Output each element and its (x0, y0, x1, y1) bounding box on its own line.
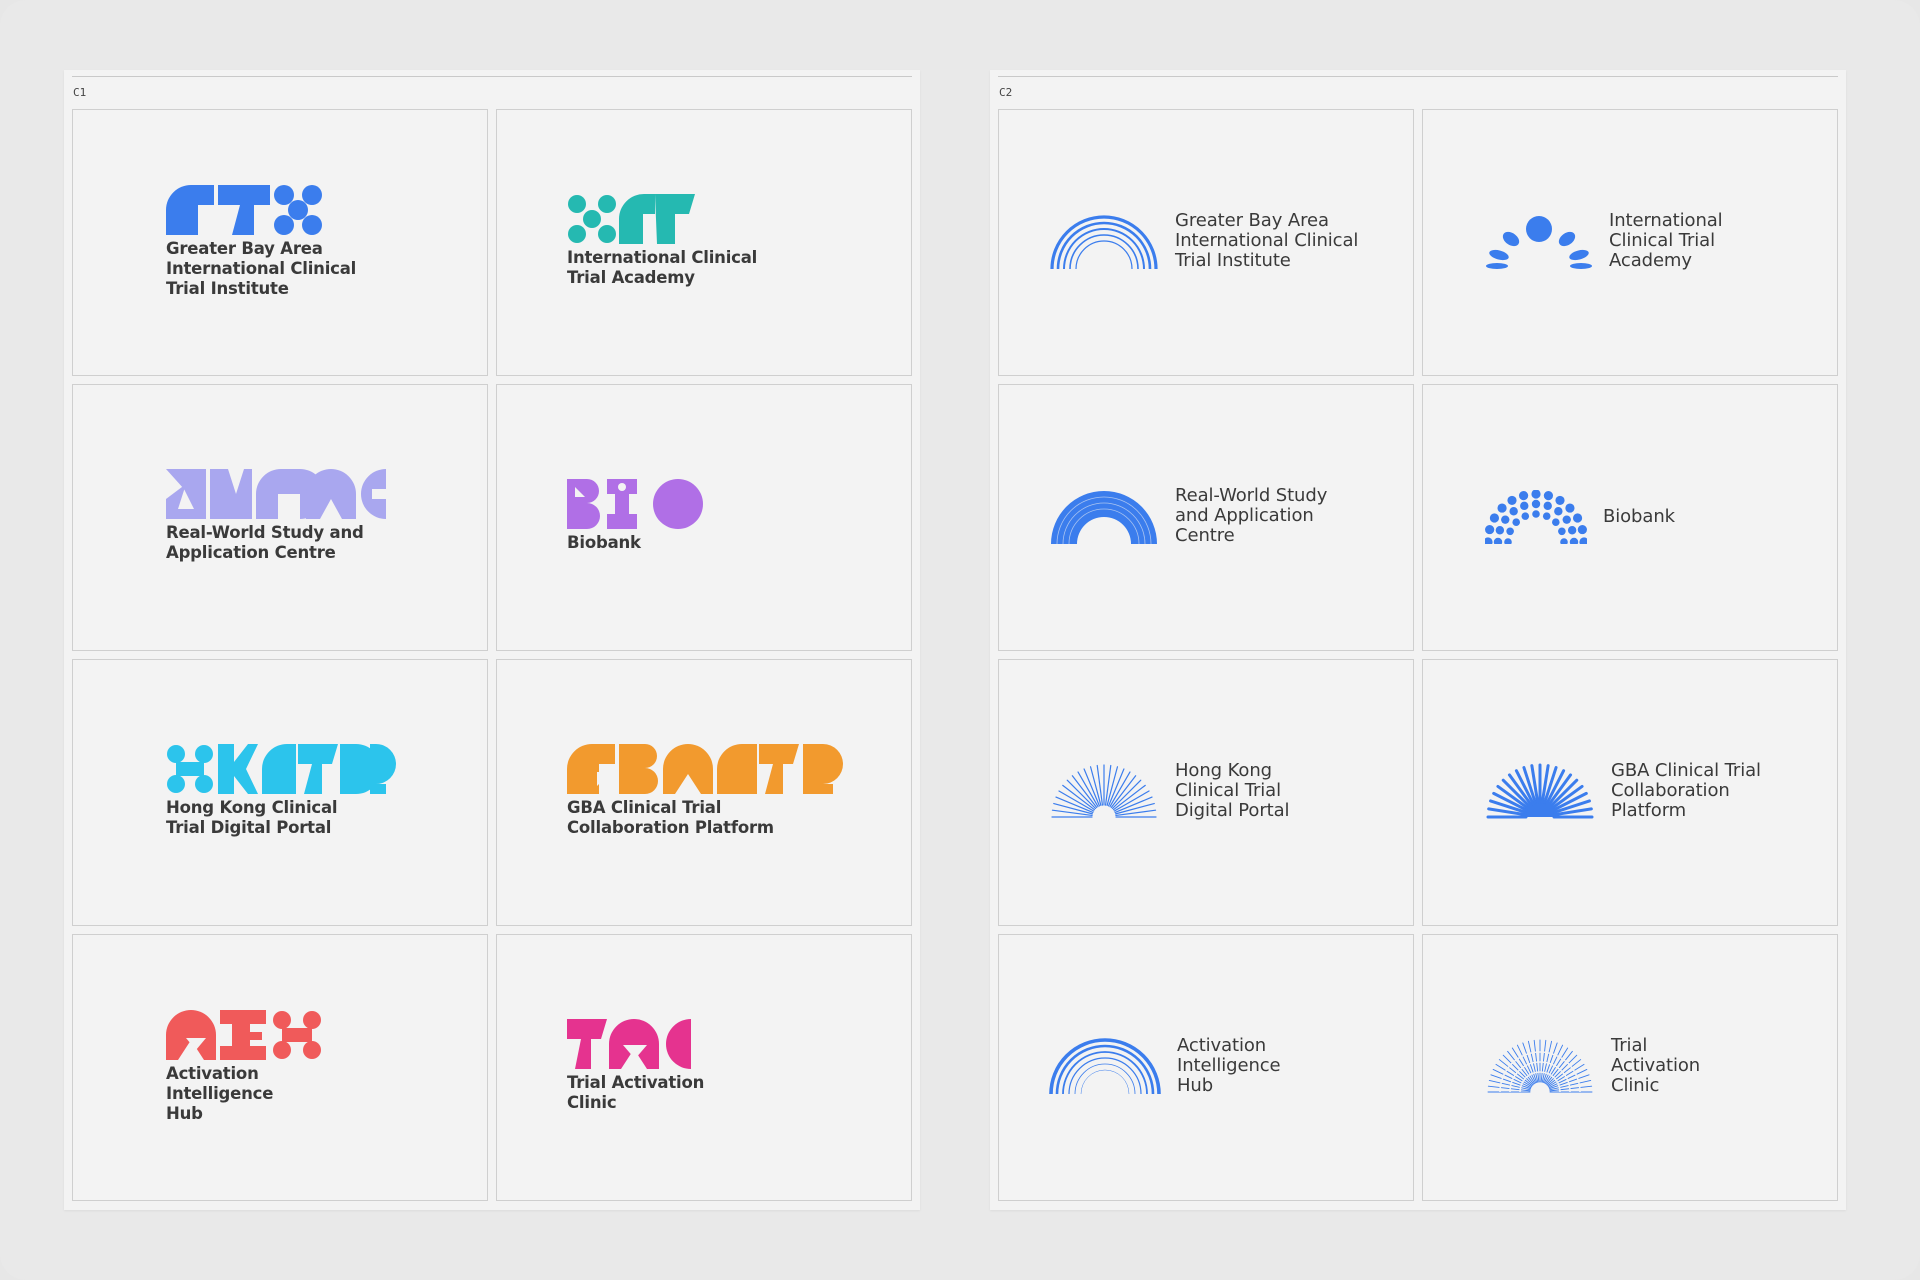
logo-name: International Clinical Trial Academy (567, 248, 758, 287)
logo-lockup: Biobank (1485, 490, 1675, 544)
logo-name: GBA Clinical Trial Collaboration Platfor… (567, 798, 774, 837)
hkctdp-wordmark-icon (167, 744, 396, 794)
logo-lockup: Real-World Study and Application Centre (1049, 486, 1327, 546)
logo-name: Hong Kong Clinical Trial Digital Portal (1175, 760, 1290, 821)
panel-label: C1 (73, 86, 87, 99)
logo-name: GBA Clinical Trial Collaboration Platfor… (1611, 760, 1761, 821)
panel-rule (72, 76, 912, 77)
dense-arc-icon (1051, 491, 1157, 544)
logo-card-biobank[interactable]: Biobank (1422, 384, 1838, 651)
logo-lockup: Hong Kong Clinical Trial Digital Portal (1049, 760, 1290, 821)
logo-card-rwsac[interactable]: Real-World Study and Application Centre (72, 384, 488, 651)
logo-name: International Clinical Trial Academy (1609, 210, 1723, 271)
logo-lockup: GBA Clinical Trial Collaboration Platfor… (567, 744, 843, 838)
logo-lockup: Hong Kong Clinical Trial Digital Portal (166, 744, 396, 838)
logo-name: Trial Activation Clinic (567, 1073, 705, 1112)
logo-lockup: Activation Intelligence Hub (1049, 1036, 1281, 1096)
logo-lockup: International Clinical Trial Academy (567, 194, 757, 288)
gbai-wordmark-icon (166, 185, 322, 235)
panel-c2: C2 Greater Bay Area International Clinic… (990, 70, 1846, 1210)
logo-name: Biobank (567, 533, 641, 552)
dashed-sunburst-icon (1487, 1039, 1593, 1093)
logo-card-icta[interactable]: International Clinical Trial Academy (496, 109, 912, 376)
logo-name: Activation Intelligence Hub (166, 1064, 274, 1123)
gbactcp-wordmark-icon (567, 744, 843, 794)
logo-lockup: Real-World Study and Application Centre (166, 469, 386, 563)
logo-name: Hong Kong Clinical Trial Digital Portal (166, 798, 338, 837)
logo-card-aih[interactable]: Activation Intelligence Hub (998, 934, 1414, 1201)
logo-lockup: Biobank (567, 479, 703, 553)
rising-sun-petals-icon (1486, 216, 1592, 269)
logo-card-tac[interactable]: Trial Activation Clinic (496, 934, 912, 1201)
logo-card-hkctdp[interactable]: Hong Kong Clinical Trial Digital Portal (72, 659, 488, 926)
logo-card-gbactcp[interactable]: GBA Clinical Trial Collaboration Platfor… (496, 659, 912, 926)
logo-card-biobank[interactable]: Biobank (496, 384, 912, 651)
logo-name: Activation Intelligence Hub (1177, 1035, 1281, 1096)
logo-lockup: Greater Bay Area International Clinical … (1049, 211, 1358, 271)
logo-grid: Greater Bay Area International Clinical … (998, 109, 1838, 1201)
logo-lockup: Greater Bay Area International Clinical … (166, 185, 356, 299)
logo-lockup: International Clinical Trial Academy (1485, 211, 1723, 271)
logo-card-hkctdp[interactable]: Hong Kong Clinical Trial Digital Portal (998, 659, 1414, 926)
panel-rule (998, 76, 1838, 77)
logo-lockup: Trial Activation Clinic (1485, 1036, 1700, 1096)
logo-name: Greater Bay Area International Clinical … (1175, 210, 1359, 271)
logo-name: Trial Activation Clinic (1611, 1035, 1701, 1096)
dotted-arcs-icon (1485, 490, 1587, 544)
logo-name: Real-World Study and Application Centre (166, 523, 364, 562)
thin-sunburst-icon (1051, 764, 1157, 818)
panel-c1: C1 Greater Bay Area International Clinic… (64, 70, 920, 1210)
logo-name: Real-World Study and Application Centre (1175, 485, 1328, 546)
logo-card-gbai[interactable]: Greater Bay Area International Clinical … (72, 109, 488, 376)
logo-card-gbactcp[interactable]: GBA Clinical Trial Collaboration Platfor… (1422, 659, 1838, 926)
ict-wordmark-icon (568, 194, 695, 244)
bold-sunburst-icon (1486, 763, 1594, 819)
logo-lockup: Trial Activation Clinic (567, 1019, 704, 1113)
fading-arcs-icon (1049, 1038, 1161, 1094)
logo-card-gbai[interactable]: Greater Bay Area International Clinical … (998, 109, 1414, 376)
rwsac-wordmark-icon (166, 469, 386, 519)
aih-wordmark-icon (166, 1010, 321, 1060)
logo-grid: Greater Bay Area International Clinical … (72, 109, 912, 1201)
logo-card-aih[interactable]: Activation Intelligence Hub (72, 934, 488, 1201)
tac-wordmark-icon (567, 1019, 691, 1069)
logo-name: Biobank (1603, 506, 1675, 527)
logo-card-icta[interactable]: International Clinical Trial Academy (1422, 109, 1838, 376)
logo-card-rwsac[interactable]: Real-World Study and Application Centre (998, 384, 1414, 651)
concentric-arcs-icon (1050, 215, 1158, 269)
bio-wordmark-icon (567, 479, 703, 529)
logo-name: Greater Bay Area International Clinical … (166, 239, 357, 298)
logo-lockup: Activation Intelligence Hub (166, 1010, 322, 1124)
logo-lockup: GBA Clinical Trial Collaboration Platfor… (1485, 761, 1761, 821)
logo-card-tac[interactable]: Trial Activation Clinic (1422, 934, 1838, 1201)
panel-label: C2 (999, 86, 1013, 99)
